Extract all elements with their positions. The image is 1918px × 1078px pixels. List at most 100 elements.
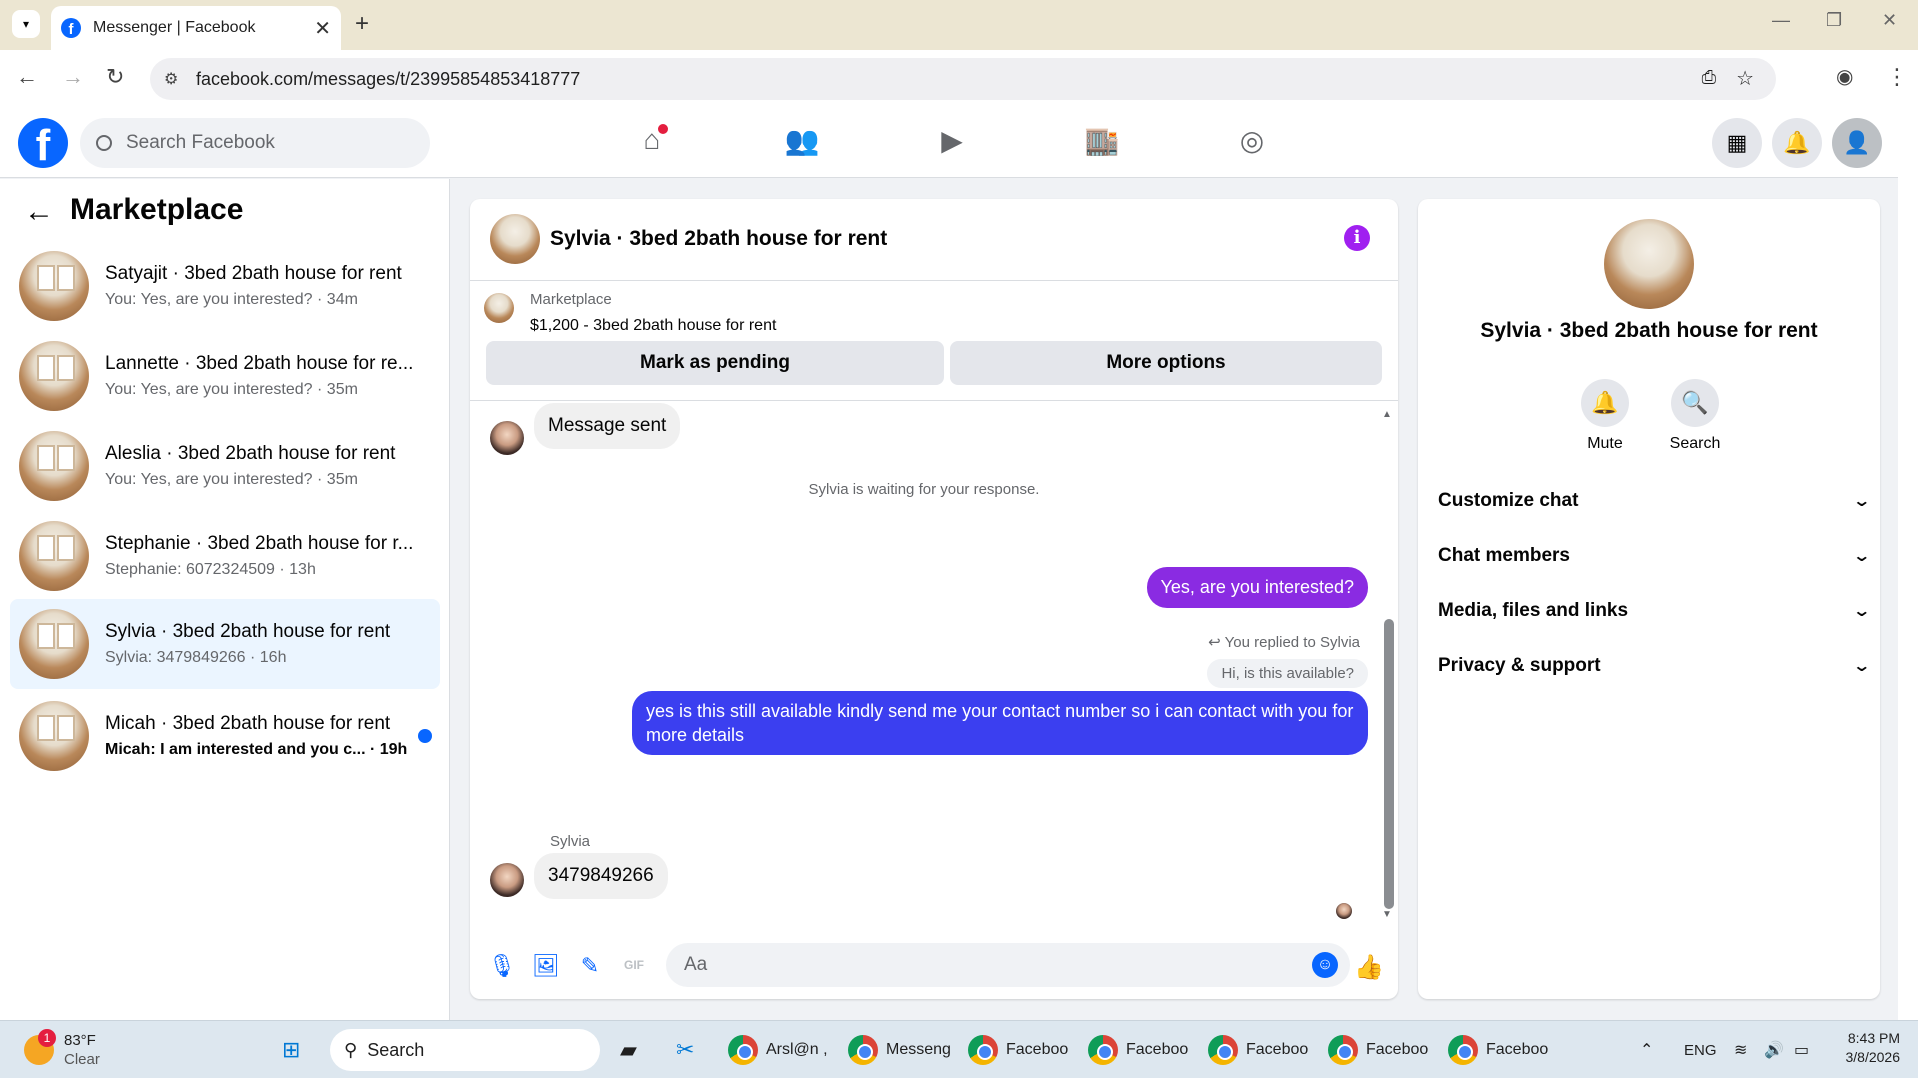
sender-name: Sylvia	[550, 833, 591, 850]
conversation-item[interactable]: Micah · 3bed 2bath house for rent Micah: …	[10, 693, 440, 779]
search-in-conversation-button[interactable]: 🔍 Search	[1650, 379, 1740, 453]
message-bubble-incoming: Message sent	[534, 403, 681, 449]
snipping-tool-icon[interactable]: ✂	[676, 1029, 694, 1071]
conversation-item[interactable]: Satyajit · 3bed 2bath house for rent You:…	[10, 243, 440, 329]
back-button[interactable]: ←	[16, 64, 38, 90]
chrome-icon	[1088, 1035, 1118, 1065]
taskbar-app[interactable]: Arsl@n ,	[728, 1029, 828, 1071]
restore-button[interactable]: ❐	[1826, 10, 1842, 31]
account-avatar[interactable]: 👤	[1832, 118, 1882, 168]
microphone-icon[interactable]: 🎙	[488, 953, 516, 978]
taskbar-search[interactable]: ⚲ Search	[330, 1029, 600, 1071]
message-input[interactable]: Aa ☺	[666, 943, 1350, 987]
taskbar-app[interactable]: Faceboo	[1208, 1029, 1308, 1071]
facebook-logo-icon[interactable]: f	[18, 118, 68, 168]
bell-icon: 🔔	[1581, 379, 1629, 427]
listing-title[interactable]: $1,200 - 3bed 2bath house for rent	[530, 317, 776, 335]
weather-moon-icon: 1	[24, 1029, 56, 1065]
home-icon[interactable]: ⌂	[632, 124, 672, 164]
taskbar-app[interactable]: Faceboo	[968, 1029, 1068, 1071]
quoted-message: Hi, is this available?	[1207, 659, 1368, 688]
taskbar-app[interactable]: Faceboo	[1448, 1029, 1548, 1071]
message-bubble-outgoing: Yes, are you interested?	[1146, 567, 1368, 608]
privacy-support-section[interactable]: Privacy & support ⌄	[1438, 646, 1871, 686]
mute-button[interactable]: 🔔 Mute	[1560, 379, 1650, 453]
close-window-button[interactable]: ✕	[1882, 10, 1897, 31]
chat-avatar[interactable]	[490, 214, 540, 264]
taskbar-app[interactable]: Messeng	[848, 1029, 951, 1071]
chat-scrollbar[interactable]: ▲ ▼	[1380, 409, 1394, 920]
scroll-up-icon[interactable]: ▲	[1382, 409, 1392, 420]
conversation-item[interactable]: Lannette · 3bed 2bath house for re... You…	[10, 333, 440, 419]
show-hidden-icons[interactable]: ⌃	[1640, 1029, 1653, 1071]
reload-button[interactable]: ↻	[106, 64, 124, 90]
scroll-thumb[interactable]	[1384, 619, 1394, 909]
weather-widget[interactable]: 1 83°F Clear	[24, 1029, 100, 1071]
wifi-icon[interactable]: ≋	[1734, 1029, 1747, 1071]
address-bar[interactable]: ⚙ facebook.com/messages/t/23995854853418…	[150, 58, 1776, 100]
new-tab-button[interactable]: +	[355, 10, 369, 38]
more-options-button[interactable]: More options	[950, 341, 1382, 385]
thumbs-up-icon[interactable]: 👍	[1354, 953, 1384, 981]
conversation-item[interactable]: Stephanie · 3bed 2bath house for r... Ste…	[10, 513, 440, 599]
profile-icon[interactable]: ◉	[1836, 64, 1853, 89]
bookmark-star-icon[interactable]: ☆	[1736, 66, 1754, 91]
forward-button[interactable]: →	[62, 64, 84, 90]
info-icon[interactable]: i	[1344, 225, 1370, 251]
facebook-favicon-icon: f	[61, 18, 81, 38]
install-app-icon[interactable]: ⎙	[1702, 67, 1716, 88]
listing-thumbnail[interactable]	[484, 293, 514, 323]
customize-chat-section[interactable]: Customize chat ⌄	[1438, 481, 1871, 521]
volume-icon[interactable]: 🔊	[1764, 1029, 1784, 1071]
reply-arrow-icon: ↩	[1208, 634, 1225, 651]
site-info-icon[interactable]: ⚙	[164, 69, 178, 89]
chrome-icon	[728, 1035, 758, 1065]
page-scrollbar[interactable]	[1898, 108, 1918, 1020]
taskbar-app[interactable]: Faceboo	[1328, 1029, 1428, 1071]
groups-icon[interactable]: ◎	[1232, 124, 1272, 164]
photo-gallery-icon[interactable]: 🖼	[532, 953, 560, 978]
message-thread: Message sent Sylvia is waiting for your …	[470, 401, 1398, 931]
chevron-down-icon: ⌄	[1851, 603, 1871, 620]
chat-members-section[interactable]: Chat members ⌄	[1438, 536, 1871, 576]
browser-tab[interactable]: f Messenger | Facebook ✕	[51, 6, 341, 50]
language-indicator[interactable]: ENG	[1684, 1029, 1717, 1071]
mute-label: Mute	[1587, 435, 1623, 452]
clock[interactable]: 8:43 PM 3/8/2026	[1834, 1029, 1901, 1071]
battery-icon[interactable]: ▭	[1794, 1029, 1809, 1071]
gif-icon[interactable]: GIF	[622, 953, 646, 977]
conversation-item-active[interactable]: Sylvia · 3bed 2bath house for rent Sylvia…	[10, 599, 440, 689]
emoji-icon[interactable]: ☺	[1312, 952, 1338, 978]
chat-title[interactable]: Sylvia · 3bed 2bath house for rent	[550, 227, 887, 251]
message-bubble-incoming: 3479849266	[534, 853, 668, 899]
tab-search-button[interactable]: ▾	[12, 10, 40, 38]
marketplace-icon[interactable]: 🏬	[1082, 124, 1122, 164]
chevron-down-icon: ⌄	[1851, 493, 1871, 510]
scroll-down-icon[interactable]: ▼	[1382, 909, 1392, 920]
close-tab-icon[interactable]: ✕	[314, 16, 331, 41]
profile-avatar[interactable]	[1604, 219, 1694, 309]
sticker-icon[interactable]: ✎	[578, 953, 602, 978]
weather-badge: 1	[38, 1029, 56, 1047]
message-bubble-outgoing: yes is this still available kindly send …	[632, 691, 1368, 755]
conversation-item[interactable]: Aleslia · 3bed 2bath house for rent You: …	[10, 423, 440, 509]
browser-toolbar: ← → ↻ ⚙ facebook.com/messages/t/23995854…	[0, 50, 1918, 108]
friends-icon[interactable]: 👥	[782, 124, 822, 164]
facebook-search-input[interactable]: Search Facebook	[80, 118, 430, 168]
notifications-bell-icon[interactable]: 🔔	[1772, 118, 1822, 168]
sender-avatar	[490, 421, 524, 455]
chrome-icon	[968, 1035, 998, 1065]
browser-menu-icon[interactable]: ⋮	[1886, 64, 1908, 90]
menu-grid-icon[interactable]: ▦	[1712, 118, 1762, 168]
listing-avatar	[19, 431, 89, 501]
video-icon[interactable]: ▶	[932, 124, 972, 164]
mark-as-pending-button[interactable]: Mark as pending	[486, 341, 944, 385]
taskbar-app[interactable]: Faceboo	[1088, 1029, 1188, 1071]
back-arrow-icon[interactable]: ←	[24, 195, 54, 229]
sticky-notes-icon[interactable]: ▰	[620, 1029, 637, 1071]
media-files-links-section[interactable]: Media, files and links ⌄	[1438, 591, 1871, 631]
chrome-icon	[1448, 1035, 1478, 1065]
conversation-preview: You: Yes, are you interested? · 35m	[105, 471, 358, 488]
minimize-button[interactable]: —	[1772, 10, 1790, 31]
windows-start-icon[interactable]: ⊞	[282, 1029, 300, 1071]
